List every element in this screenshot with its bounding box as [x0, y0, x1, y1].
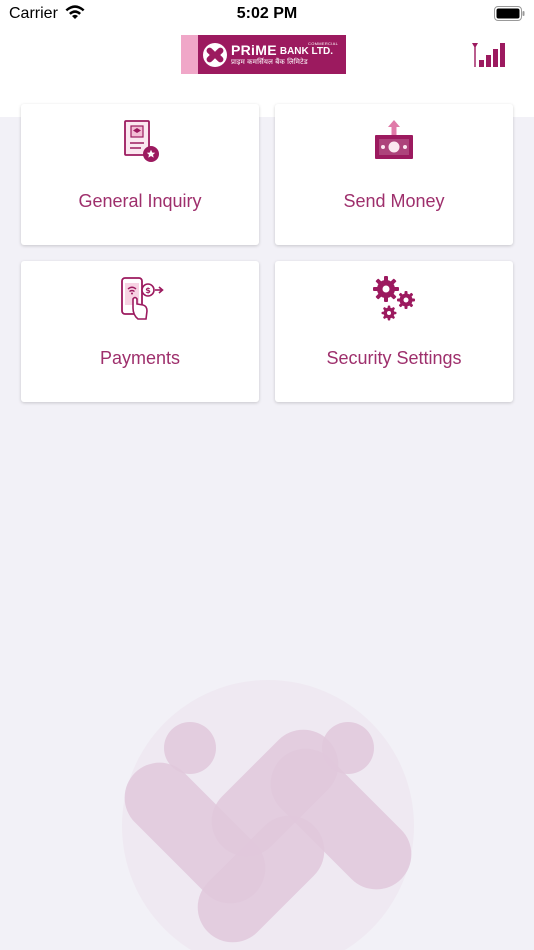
bank-emblem-icon — [203, 42, 227, 67]
send-money-card[interactable]: Send Money — [275, 104, 513, 245]
general-inquiry-card[interactable]: General Inquiry — [21, 104, 259, 245]
general-inquiry-label: General Inquiry — [78, 191, 202, 211]
logo-name: PRiME — [231, 42, 277, 58]
send-money-label: Send Money — [343, 191, 445, 211]
status-bar: Carrier 5:02 PM — [0, 0, 534, 30]
watermark-emblem-icon — [122, 680, 414, 950]
security-settings-label: Security Settings — [326, 348, 462, 368]
battery-full-icon — [494, 6, 525, 21]
bank-logo: PRiME BANK LTD. प्राइम कमर्सियल बैंक लिम… — [181, 35, 346, 74]
gears-icon — [373, 276, 415, 321]
signal-strength-icon[interactable] — [469, 42, 505, 68]
logo-suffix: BANK LTD. — [279, 46, 333, 57]
logo-tagline: COMMERCIAL — [308, 41, 339, 46]
logo-accent-strip — [181, 35, 198, 74]
svg-text:$: $ — [145, 286, 151, 295]
logo-subtitle: प्राइम कमर्सियल बैंक लिमिटेड — [231, 59, 308, 66]
clock: 5:02 PM — [236, 5, 298, 22]
payments-label: Payments — [99, 348, 181, 368]
security-settings-card[interactable]: Security Settings — [275, 261, 513, 402]
app-screen: Carrier 5:02 PM PRiME BANK LTD. प्राइम क… — [0, 0, 534, 950]
send-money-icon — [375, 120, 413, 159]
document-badge-icon — [124, 120, 159, 162]
mobile-payment-icon: $ — [121, 277, 164, 320]
payments-card[interactable]: $ Payments — [21, 261, 259, 402]
